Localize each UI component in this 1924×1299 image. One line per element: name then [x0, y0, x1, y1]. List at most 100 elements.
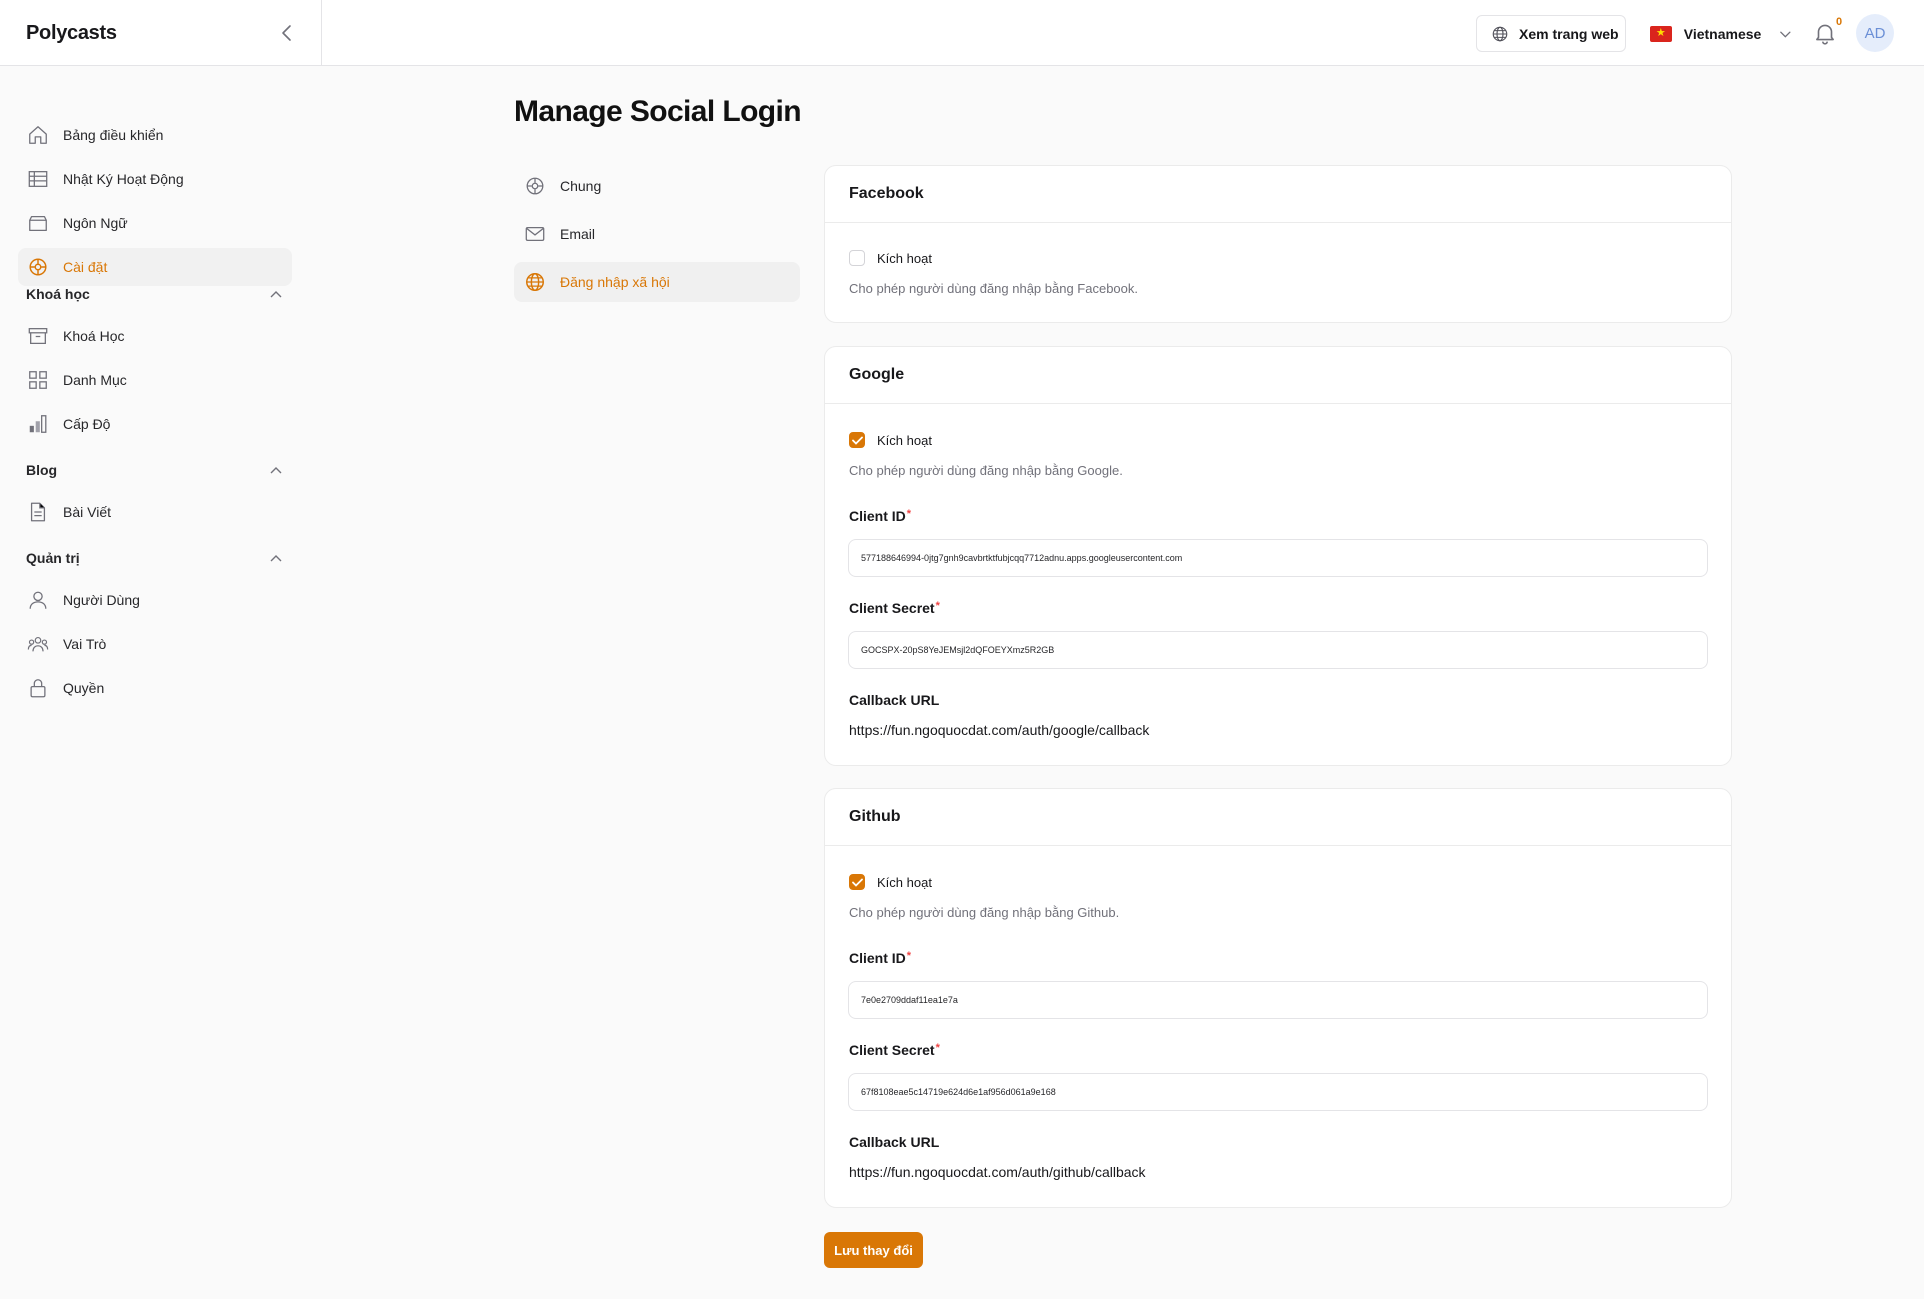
chevron-up-icon — [270, 467, 282, 474]
top-bar: Polycasts Xem trang web ★ Vietnamese 0 A… — [0, 0, 1924, 66]
archive-icon — [28, 328, 48, 344]
google-callback-url: https://fun.ngoquocdat.com/auth/google/c… — [849, 722, 1150, 738]
notification-count: 0 — [1836, 16, 1843, 28]
sidebar-section-blog[interactable]: Blog — [26, 459, 282, 481]
lock-icon — [30, 679, 46, 698]
sidebar-item-course[interactable]: Khoá Học — [18, 317, 292, 355]
sidebar-item-languages[interactable]: Ngôn Ngữ — [18, 204, 292, 242]
check-icon — [851, 878, 863, 887]
users-icon — [27, 636, 49, 652]
section-title: Khoá học — [26, 286, 90, 302]
document-icon — [30, 502, 46, 522]
github-client-secret-label: Client Secret* — [849, 1042, 940, 1058]
sidebar-item-label: Bảng điều khiển — [63, 127, 164, 143]
sidebar-item-roles[interactable]: Vai Trò — [18, 625, 292, 663]
sidebar-item-label: Cấp Độ — [63, 416, 111, 432]
sidebar-item-dashboard[interactable]: Bảng điều khiển — [18, 116, 292, 154]
settings-tab-general[interactable]: Chung — [514, 166, 800, 206]
settings-tab-label: Email — [560, 226, 596, 242]
page-title: Manage Social Login — [514, 95, 802, 128]
sidebar-item-label: Khoá Học — [63, 328, 125, 344]
globe-icon — [1492, 26, 1508, 41]
github-card-title: Github — [825, 789, 1731, 846]
grid-icon — [29, 371, 47, 389]
sidebar-item-settings[interactable]: Cài đặt — [18, 248, 292, 286]
google-callback-label: Callback URL — [849, 692, 940, 708]
sidebar-item-label: Cài đặt — [63, 259, 108, 275]
sidebar-item-posts[interactable]: Bài Viết — [18, 493, 292, 531]
language-select[interactable]: ★ Vietnamese — [1650, 15, 1792, 52]
facebook-enable-checkbox[interactable]: Kích hoạt — [849, 250, 932, 266]
avatar[interactable]: AD — [1856, 14, 1894, 52]
facebook-help-text: Cho phép người dùng đăng nhập bằng Faceb… — [849, 281, 1139, 296]
google-card-title: Google — [825, 347, 1731, 404]
collapse-sidebar-button[interactable] — [272, 18, 302, 48]
checkbox-label: Kích hoạt — [877, 250, 932, 266]
checkbox-box[interactable] — [849, 432, 865, 448]
checkbox-label: Kích hoạt — [877, 874, 932, 890]
sidebar-item-label: Danh Mục — [63, 372, 127, 388]
github-callback-label: Callback URL — [849, 1134, 940, 1150]
google-help-text: Cho phép người dùng đăng nhập bằng Googl… — [849, 463, 1123, 478]
section-title: Blog — [26, 462, 58, 478]
sidebar-item-label: Bài Viết — [63, 504, 111, 520]
sidebar-item-level[interactable]: Cấp Độ — [18, 405, 292, 443]
checkbox-box[interactable] — [849, 250, 865, 266]
github-card: Github Kích hoạt Cho phép người dùng đăn… — [824, 788, 1732, 1208]
globe-icon — [526, 273, 544, 291]
settings-tab-label: Chung — [560, 178, 602, 194]
settings-tab-label: Đăng nhập xã hội — [560, 274, 670, 290]
bell-icon[interactable] — [1812, 20, 1838, 46]
language-label: Vietnamese — [1683, 25, 1762, 42]
sidebar-item-label: Nhật Ký Hoạt Động — [63, 171, 184, 187]
github-client-id-label: Client ID* — [849, 950, 912, 966]
github-enable-checkbox[interactable]: Kích hoạt — [849, 874, 932, 890]
google-client-id-label: Client ID* — [849, 508, 912, 524]
table-icon — [28, 171, 48, 187]
github-callback-url: https://fun.ngoquocdat.com/auth/github/c… — [849, 1164, 1146, 1180]
github-client-secret-input[interactable] — [848, 1073, 1708, 1111]
sidebar-item-label: Vai Trò — [63, 636, 107, 652]
checkbox-box[interactable] — [849, 874, 865, 890]
section-title: Quản trị — [26, 550, 80, 566]
sidebar-item-activity-log[interactable]: Nhật Ký Hoạt Động — [18, 160, 292, 198]
sidebar-section-admin[interactable]: Quản trị — [26, 547, 282, 569]
sidebar: Bảng điều khiển Nhật Ký Hoạt Động Ngôn N… — [0, 66, 322, 1299]
settings-icon — [526, 177, 544, 195]
check-icon — [851, 436, 863, 445]
view-site-label: Xem trang web — [1519, 25, 1619, 42]
view-site-button[interactable]: Xem trang web — [1476, 15, 1626, 52]
google-card: Google Kích hoạt Cho phép người dùng đăn… — [824, 346, 1732, 766]
home-icon — [29, 126, 47, 144]
sidebar-item-users[interactable]: Người Dùng — [18, 581, 292, 619]
bar-chart-icon — [29, 415, 47, 433]
sidebar-item-permissions[interactable]: Quyền — [18, 669, 292, 707]
github-client-id-input[interactable] — [848, 981, 1708, 1019]
mail-icon — [525, 226, 545, 242]
chevron-left-icon — [282, 25, 291, 41]
google-client-id-input[interactable] — [848, 539, 1708, 577]
chevron-up-icon — [270, 555, 282, 562]
vietnam-flag-icon: ★ — [1650, 25, 1672, 42]
inbox-icon — [29, 215, 47, 231]
user-icon — [29, 591, 47, 609]
github-help-text: Cho phép người dùng đăng nhập bằng Githu… — [849, 905, 1120, 920]
save-button[interactable]: Lưu thay đổi — [824, 1232, 923, 1268]
settings-icon — [29, 258, 47, 276]
checkbox-label: Kích hoạt — [877, 432, 932, 448]
sidebar-item-label: Ngôn Ngữ — [63, 215, 128, 231]
sidebar-item-label: Quyền — [63, 680, 105, 696]
facebook-card: Facebook Kích hoạt Cho phép người dùng đ… — [824, 165, 1732, 323]
chevron-down-icon — [1780, 31, 1791, 38]
sidebar-item-label: Người Dùng — [63, 592, 140, 608]
facebook-card-title: Facebook — [825, 166, 1731, 223]
sidebar-section-courses[interactable]: Khoá học — [26, 283, 282, 305]
settings-tab-social-login[interactable]: Đăng nhập xã hội — [514, 262, 800, 302]
google-enable-checkbox[interactable]: Kích hoạt — [849, 432, 932, 448]
settings-tab-email[interactable]: Email — [514, 214, 800, 254]
google-client-secret-input[interactable] — [848, 631, 1708, 669]
chevron-up-icon — [270, 291, 282, 298]
google-client-secret-label: Client Secret* — [849, 600, 940, 616]
sidebar-item-category[interactable]: Danh Mục — [18, 361, 292, 399]
brand-logo: Polycasts — [26, 21, 117, 44]
